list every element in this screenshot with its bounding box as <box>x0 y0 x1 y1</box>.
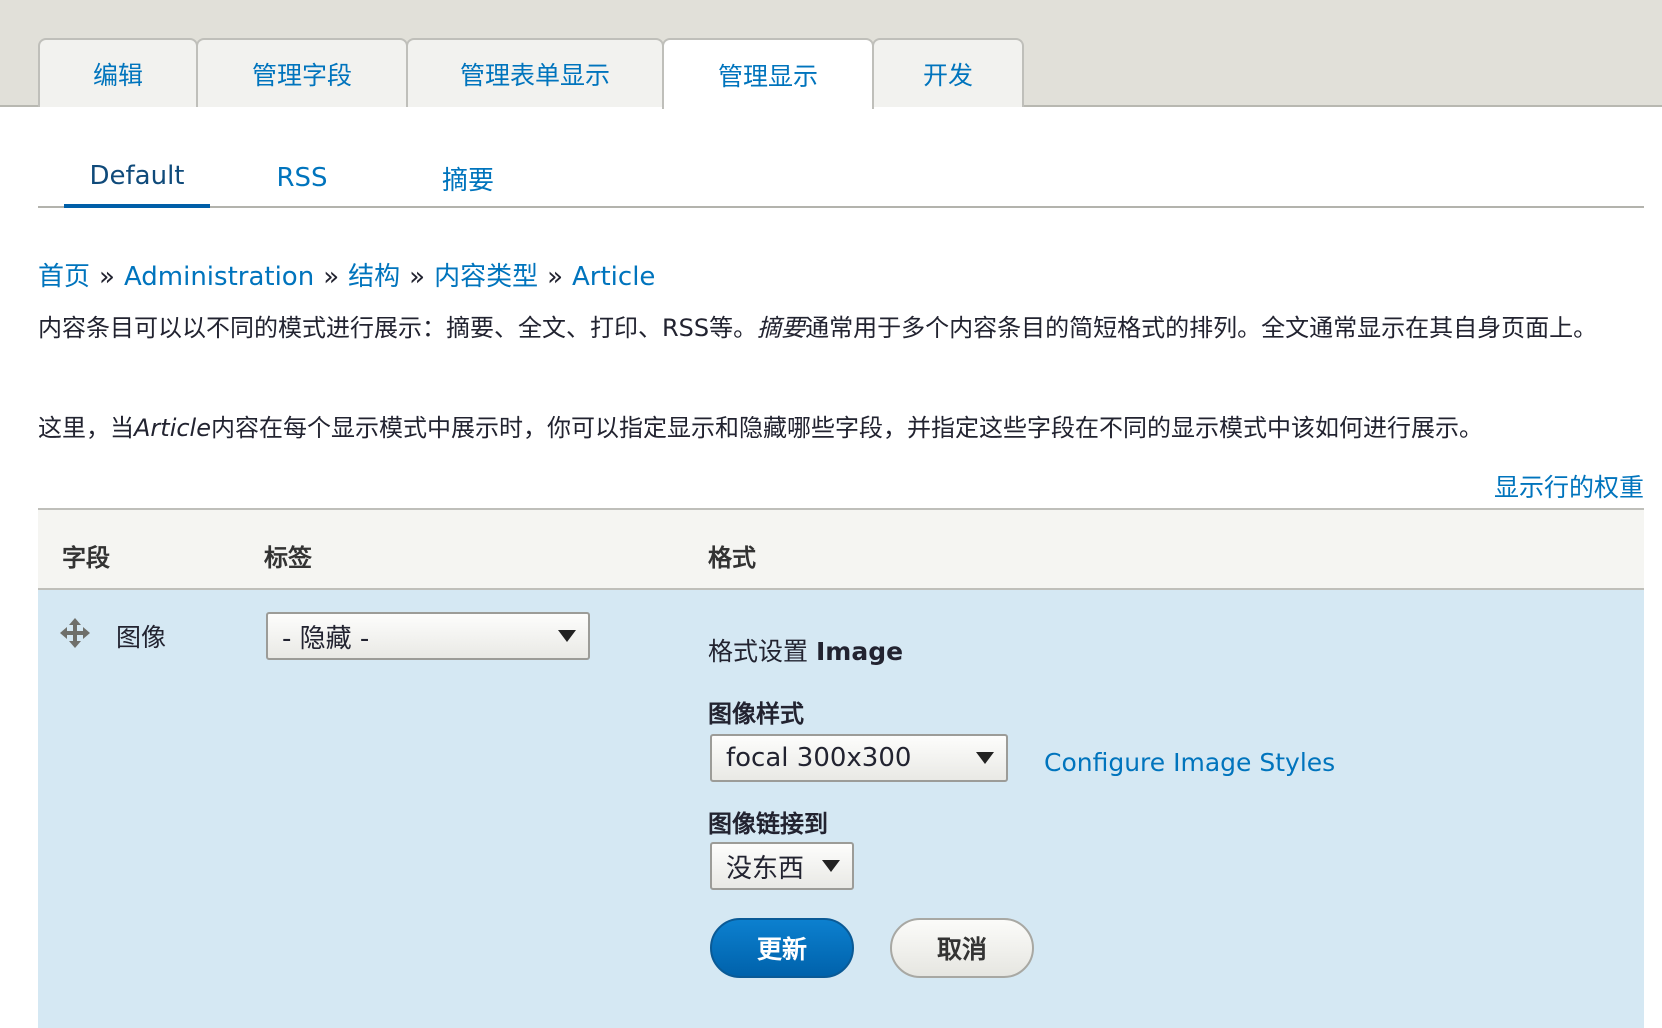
column-header-field: 字段 <box>62 544 110 572</box>
image-style-select[interactable]: focal 300x300 <box>710 734 1008 782</box>
description-emphasis: 摘要 <box>757 314 806 342</box>
breadcrumb-separator: » <box>323 262 340 292</box>
chevron-down-icon <box>558 630 576 642</box>
tab-teaser[interactable]: 摘要 <box>410 148 526 208</box>
tab-default[interactable]: Default <box>64 148 210 208</box>
tab-rss[interactable]: RSS <box>254 148 350 208</box>
drag-handle-icon[interactable] <box>60 618 90 648</box>
field-name: 图像 <box>116 623 167 652</box>
label-display-select[interactable]: - 隐藏 - <box>266 612 590 660</box>
tab-devel[interactable]: 开发 <box>872 38 1024 107</box>
tab-manage-form-display[interactable]: 管理表单显示 <box>406 38 664 107</box>
configure-image-styles-link[interactable]: Configure Image Styles <box>1044 748 1335 777</box>
image-style-value: focal 300x300 <box>726 743 912 773</box>
breadcrumb-home[interactable]: 首页 <box>38 262 90 292</box>
breadcrumb: 首页 » Administration » 结构 » 内容类型 » Article <box>38 256 655 293</box>
secondary-tabs: Default RSS 摘要 <box>38 148 1644 208</box>
tab-edit[interactable]: 编辑 <box>38 38 198 107</box>
table-row: 图像 - 隐藏 - 格式设置 Image 图像样式 focal 300x300 … <box>38 590 1644 1028</box>
description-paragraph-2: 这里，当Article内容在每个显示模式中展示时，你可以指定显示和隐藏哪些字段，… <box>38 408 1648 448</box>
chevron-down-icon <box>822 860 840 872</box>
description-text: 这里，当 <box>38 414 134 442</box>
description-text: 通常用于多个内容条目的简短格式的排列。全文通常显示在其自身页面上。 <box>805 314 1598 342</box>
description-paragraph-1: 内容条目可以以不同的模式进行展示：摘要、全文、打印、RSS等。摘要通常用于多个内… <box>38 308 1648 348</box>
format-settings-title: 格式设置 Image <box>708 632 903 668</box>
format-settings-name: Image <box>815 637 904 666</box>
label-display-value: - 隐藏 - <box>282 623 370 654</box>
image-link-select[interactable]: 没东西 <box>710 842 854 890</box>
description-text: 内容在每个显示模式中展示时，你可以指定显示和隐藏哪些字段，并指定这些字段在不同的… <box>211 414 1483 442</box>
breadcrumb-separator: » <box>99 262 115 292</box>
cancel-button[interactable]: 取消 <box>890 918 1034 978</box>
chevron-down-icon <box>976 752 994 764</box>
breadcrumb-content-types[interactable]: 内容类型 <box>434 262 538 292</box>
format-settings-prefix: 格式设置 <box>708 637 809 666</box>
breadcrumb-article[interactable]: Article <box>572 262 655 292</box>
image-link-value: 没东西 <box>726 853 805 884</box>
update-button[interactable]: 更新 <box>710 918 854 978</box>
breadcrumb-separator: » <box>547 262 563 292</box>
description-emphasis: Article <box>134 414 211 442</box>
primary-tabs: 编辑 管理字段 管理表单显示 管理显示 开发 <box>0 0 1662 109</box>
image-style-label: 图像样式 <box>708 700 804 728</box>
tab-manage-display[interactable]: 管理显示 <box>662 38 874 109</box>
show-row-weights-link[interactable]: 显示行的权重 <box>1494 468 1644 504</box>
table-header: 字段 标签 格式 <box>38 508 1644 590</box>
breadcrumb-structure[interactable]: 结构 <box>348 262 400 292</box>
image-link-label: 图像链接到 <box>708 810 828 838</box>
breadcrumb-administration[interactable]: Administration <box>124 262 314 292</box>
breadcrumb-separator: » <box>409 262 426 292</box>
description-text: 内容条目可以以不同的模式进行展示：摘要、全文、打印、RSS等。 <box>38 314 758 342</box>
tab-manage-fields[interactable]: 管理字段 <box>196 38 408 107</box>
column-header-label: 标签 <box>264 544 312 572</box>
column-header-format: 格式 <box>708 544 756 572</box>
